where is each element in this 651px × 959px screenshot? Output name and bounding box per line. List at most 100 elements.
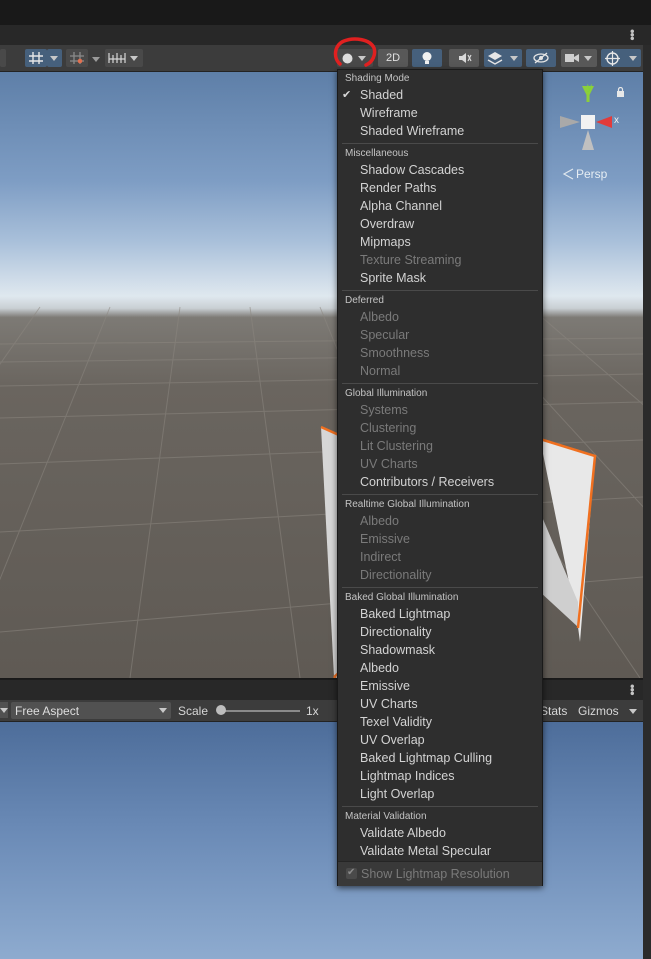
increment-snap-button[interactable] xyxy=(66,49,88,67)
gizmos-button[interactable]: Gizmos xyxy=(578,704,619,718)
lock-icon[interactable] xyxy=(616,87,625,97)
menu-item-realtime-indirect: Indirect xyxy=(360,550,401,564)
gizmos-toggle[interactable] xyxy=(601,49,641,67)
title-bar xyxy=(0,0,651,25)
toggle-2d-label: 2D xyxy=(386,52,401,64)
gizmo-x-label: x xyxy=(614,115,619,126)
annotation-circle xyxy=(333,37,377,67)
menu-item-light-overlap[interactable]: Light Overlap xyxy=(360,787,434,801)
effects-toggle[interactable] xyxy=(484,49,522,67)
menu-item-texel-validity[interactable]: Texel Validity xyxy=(360,715,432,729)
menu-item-alpha-channel[interactable]: Alpha Channel xyxy=(360,199,442,213)
more-options-icon[interactable]: ••• xyxy=(625,29,640,40)
scene-visibility-icon xyxy=(533,52,549,64)
gizmos-dropdown-icon[interactable] xyxy=(629,709,637,714)
menu-item-shaded[interactable]: Shaded xyxy=(360,88,403,102)
menu-separator xyxy=(342,143,538,144)
menu-item-lightmap-indices[interactable]: Lightmap Indices xyxy=(360,769,455,783)
menu-item-realtime-directionality: Directionality xyxy=(360,568,432,582)
ruler-button[interactable] xyxy=(105,49,143,67)
menu-item-baked-directionality[interactable]: Directionality xyxy=(360,625,432,639)
menu-item-baked-albedo[interactable]: Albedo xyxy=(360,661,399,675)
grid-snap-button[interactable] xyxy=(25,49,47,67)
audio-mute-icon xyxy=(459,53,472,63)
menu-item-baked-emissive[interactable]: Emissive xyxy=(360,679,410,693)
menu-item-gi-systems: Systems xyxy=(360,403,408,417)
scale-slider-thumb[interactable] xyxy=(216,705,226,715)
scale-slider-track[interactable] xyxy=(218,710,300,712)
menu-item-baked-lightmap[interactable]: Baked Lightmap xyxy=(360,607,450,621)
lighting-icon xyxy=(422,52,432,64)
menu-item-deferred-albedo: Albedo xyxy=(360,310,399,324)
window-edge xyxy=(643,45,651,959)
aspect-select-value: Free Aspect xyxy=(15,704,80,718)
menu-item-validate-metal-specular[interactable]: Validate Metal Specular xyxy=(360,844,491,858)
scene-visibility-toggle[interactable] xyxy=(526,49,556,67)
menu-item-shadow-cascades[interactable]: Shadow Cascades xyxy=(360,163,464,177)
tool-handle-button[interactable] xyxy=(0,49,6,67)
menu-header-global-illumination: Global Illumination xyxy=(345,388,428,399)
scene-ground-grid xyxy=(0,306,643,678)
grid-snap-icon xyxy=(29,52,43,64)
menu-separator xyxy=(342,587,538,588)
scale-label: Scale xyxy=(178,704,209,718)
menu-item-realtime-emissive: Emissive xyxy=(360,532,411,546)
menu-header-realtime-gi: Realtime Global Illumination xyxy=(345,499,470,510)
show-lightmap-resolution-checkbox: ✔ xyxy=(346,867,357,879)
menu-item-baked-lightmap-culling[interactable]: Baked Lightmap Culling xyxy=(360,751,492,765)
aspect-select[interactable]: Free Aspect xyxy=(11,702,171,719)
menu-header-miscellaneous: Miscellaneous xyxy=(345,148,409,159)
perspective-icon xyxy=(562,168,574,180)
menu-item-gi-lit-clustering: Lit Clustering xyxy=(360,439,433,453)
menu-item-uv-overlap[interactable]: UV Overlap xyxy=(360,733,425,747)
increment-snap-dropdown[interactable] xyxy=(92,57,100,62)
menu-separator xyxy=(342,806,538,807)
game-display-dropdown[interactable] xyxy=(0,702,8,718)
menu-item-validate-albedo[interactable]: Validate Albedo xyxy=(360,826,446,840)
scene-tab-bar: ••• xyxy=(0,25,651,45)
menu-header-deferred: Deferred xyxy=(345,295,384,306)
game-more-options-icon[interactable]: ••• xyxy=(625,684,640,695)
checkmark-icon: ✔ xyxy=(342,89,352,101)
menu-item-overdraw[interactable]: Overdraw xyxy=(360,217,414,231)
show-lightmap-resolution-label: Show Lightmap Resolution xyxy=(361,867,510,881)
menu-footer: ✔ Show Lightmap Resolution xyxy=(338,861,542,886)
projection-label[interactable]: Persp xyxy=(576,167,607,181)
menu-item-shadowmask[interactable]: Shadowmask xyxy=(360,643,435,657)
menu-item-baked-uv-charts[interactable]: UV Charts xyxy=(360,697,418,711)
game-toolbar: Free Aspect Scale 1x Stats Gizmos xyxy=(0,700,643,722)
menu-item-mipmaps[interactable]: Mipmaps xyxy=(360,235,411,249)
menu-item-shaded-wireframe[interactable]: Shaded Wireframe xyxy=(360,124,464,138)
shading-mode-menu: Shading Mode ✔ Shaded Wireframe Shaded W… xyxy=(337,69,543,886)
checkmark-icon: ✔ xyxy=(347,867,356,878)
toggle-2d-button[interactable]: 2D xyxy=(378,49,408,67)
menu-item-deferred-normal: Normal xyxy=(360,364,401,378)
game-view[interactable] xyxy=(0,722,643,959)
menu-item-deferred-smoothness: Smoothness xyxy=(360,346,430,360)
camera-settings-button[interactable] xyxy=(561,49,597,67)
effects-icon xyxy=(487,52,503,65)
menu-header-baked-gi: Baked Global Illumination xyxy=(345,592,459,603)
scene-toolbar: 2D xyxy=(0,45,643,72)
menu-item-wireframe[interactable]: Wireframe xyxy=(360,106,418,120)
lighting-toggle[interactable] xyxy=(412,49,442,67)
menu-item-texture-streaming: Texture Streaming xyxy=(360,253,462,267)
menu-item-realtime-albedo: Albedo xyxy=(360,514,399,528)
increment-snap-icon xyxy=(70,52,84,64)
scale-value: 1x xyxy=(306,704,319,718)
menu-separator xyxy=(342,383,538,384)
scene-view[interactable]: y x Persp xyxy=(0,72,643,678)
audio-toggle[interactable] xyxy=(449,49,479,67)
menu-item-render-paths[interactable]: Render Paths xyxy=(360,181,436,195)
stats-button[interactable]: Stats xyxy=(540,704,567,718)
menu-item-sprite-mask[interactable]: Sprite Mask xyxy=(360,271,426,285)
menu-header-material-validation: Material Validation xyxy=(345,811,427,822)
menu-item-contributors-receivers[interactable]: Contributors / Receivers xyxy=(360,475,494,489)
menu-separator xyxy=(342,290,538,291)
aspect-chevron-down-icon xyxy=(159,708,167,713)
gizmos-icon xyxy=(605,51,620,66)
ruler-icon xyxy=(108,53,126,63)
menu-item-deferred-specular: Specular xyxy=(360,328,410,342)
grid-snap-dropdown[interactable] xyxy=(47,49,62,67)
gizmo-y-label: y xyxy=(587,82,592,93)
